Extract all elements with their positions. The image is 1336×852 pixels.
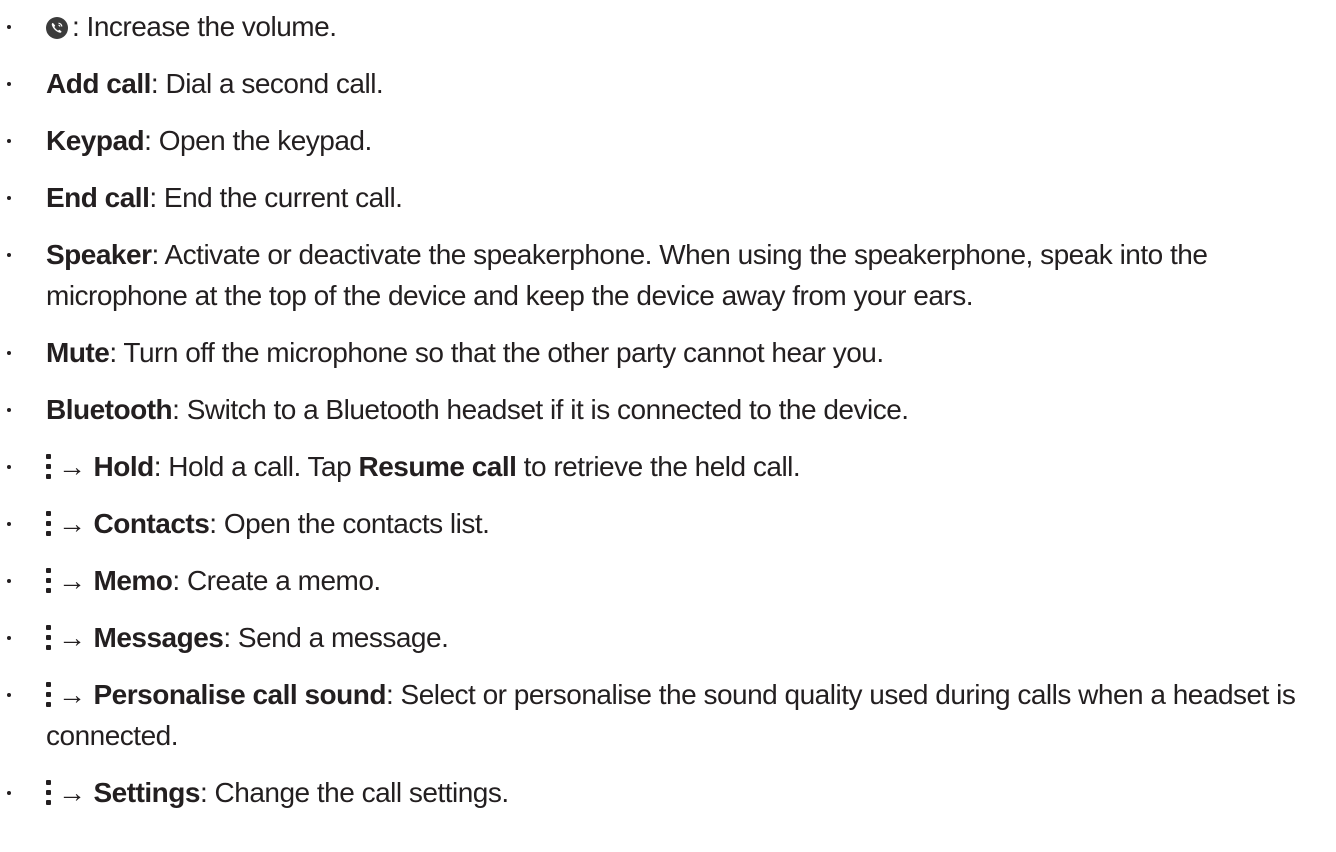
more-options-icon — [46, 680, 52, 710]
item-text: : End the current call. — [149, 182, 403, 213]
item-label: Settings — [93, 777, 201, 808]
list-item: → Messages: Send a message. — [0, 617, 1336, 658]
item-text: : Change the call settings. — [199, 777, 509, 808]
item-text: : Activate or deactivate the speakerphon… — [46, 239, 1208, 311]
bullet — [0, 674, 20, 715]
item-label: Bluetooth — [46, 394, 173, 425]
bullet — [0, 446, 20, 487]
list-item: Keypad: Open the keypad. — [0, 120, 1336, 161]
bullet — [0, 560, 20, 601]
item-label: Mute — [46, 337, 110, 368]
list-item: Mute: Turn off the microphone so that th… — [0, 332, 1336, 373]
item-text: : Increase the volume. — [72, 11, 337, 42]
more-options-icon — [46, 623, 52, 653]
list-item: : Increase the volume. — [0, 6, 1336, 47]
item-text: : Open the keypad. — [144, 125, 372, 156]
list-item: → Memo: Create a memo. — [0, 560, 1336, 601]
list-item: → Contacts: Open the contacts list. — [0, 503, 1336, 544]
item-label: Add call — [46, 68, 151, 99]
more-options-icon — [46, 778, 52, 808]
bullet — [0, 234, 20, 275]
list-item: → Settings: Change the call settings. — [0, 772, 1336, 813]
item-label: End call — [46, 182, 150, 213]
more-options-icon — [46, 509, 52, 539]
item-text: : Create a memo. — [172, 565, 381, 596]
list-item: Bluetooth: Switch to a Bluetooth headset… — [0, 389, 1336, 430]
arrow: → — [58, 508, 86, 539]
item-text: : Turn off the microphone so that the ot… — [109, 337, 884, 368]
more-options-icon — [46, 452, 52, 482]
item-label: Contacts — [93, 508, 210, 539]
more-options-icon — [46, 566, 52, 596]
item-text: : Open the contacts list. — [209, 508, 490, 539]
arrow: → — [58, 622, 86, 653]
arrow: → — [58, 679, 86, 710]
bullet — [0, 772, 20, 813]
bullet — [0, 63, 20, 104]
bullet — [0, 177, 20, 218]
arrow: → — [58, 451, 86, 482]
item-label: Memo — [93, 565, 173, 596]
list-item: Speaker: Activate or deactivate the spea… — [0, 234, 1336, 316]
bullet — [0, 332, 20, 373]
item-text: : Send a message. — [223, 622, 449, 653]
bullet — [0, 120, 20, 161]
item-text: : Dial a second call. — [150, 68, 384, 99]
bullet — [0, 389, 20, 430]
list-item: End call: End the current call. — [0, 177, 1336, 218]
item-label: Keypad — [46, 125, 145, 156]
item-label: Messages — [93, 622, 224, 653]
bullet — [0, 503, 20, 544]
item-text-secondary: to retrieve the held call. — [516, 451, 801, 482]
bullet — [0, 617, 20, 658]
item-text: : Hold a call. Tap — [153, 451, 359, 482]
item-label: Speaker — [46, 239, 152, 270]
call-options-list: : Increase the volume. Add call: Dial a … — [0, 6, 1336, 829]
list-item: Add call: Dial a second call. — [0, 63, 1336, 104]
item-text: : Switch to a Bluetooth headset if it is… — [172, 394, 909, 425]
arrow: → — [58, 777, 86, 808]
list-item: → Hold: Hold a call. Tap Resume call to r… — [0, 446, 1336, 487]
bullet — [0, 6, 20, 47]
item-label: Personalise call sound — [93, 679, 387, 710]
volume-up-icon — [46, 17, 68, 39]
item-label-secondary: Resume call — [358, 451, 517, 482]
arrow: → — [58, 565, 86, 596]
item-label: Hold — [93, 451, 155, 482]
list-item: → Personalise call sound: Select or perso… — [0, 674, 1336, 756]
